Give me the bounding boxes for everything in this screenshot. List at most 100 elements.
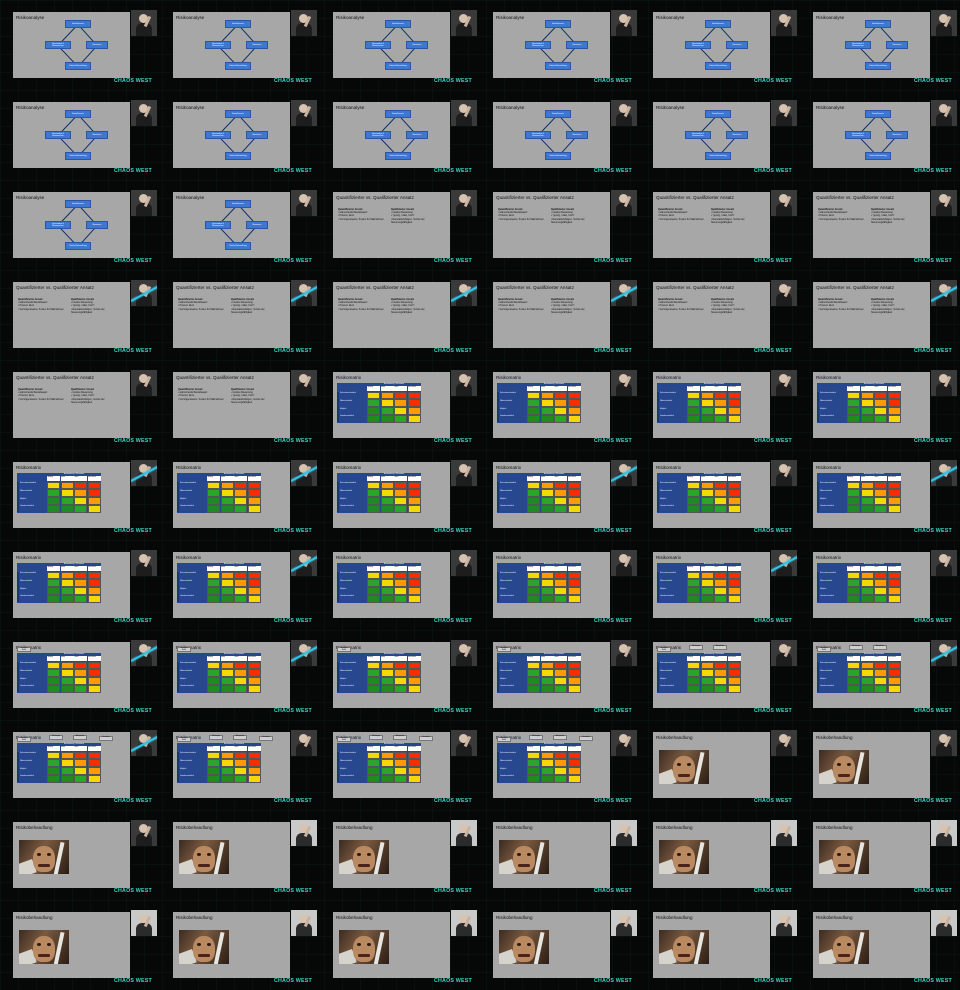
image-face	[513, 936, 535, 962]
matrix-cell	[567, 571, 581, 580]
matrix-cell	[887, 407, 901, 415]
matrix-cell	[74, 571, 87, 580]
matrix-axis-bar	[497, 572, 499, 602]
matrix-cell	[60, 774, 74, 783]
image-eye	[37, 853, 41, 856]
image-mouth	[678, 864, 690, 867]
matrix-cell	[207, 759, 220, 767]
matrix-cell	[527, 759, 540, 767]
matrix-cell	[380, 677, 394, 685]
matrix-cell	[407, 594, 421, 603]
matrix-cell	[540, 571, 554, 580]
brand-logo: CHAOS WEST	[114, 978, 152, 984]
matrix-cell	[847, 587, 860, 595]
matrix-cell	[714, 677, 727, 685]
matrix-column-header: Mittel	[860, 476, 874, 481]
matrix-cell	[47, 661, 60, 670]
presentation-slide: Risikobehandlung	[13, 912, 130, 978]
video-frame: Risikobehandlung CHAOS WEST	[800, 900, 960, 990]
matrix-row-label: Wahrscheinlich	[500, 399, 513, 402]
speaker-camera	[451, 10, 477, 36]
matrix-cell	[87, 571, 101, 580]
matrix-cell	[407, 669, 421, 677]
right-column: Qualifizierter Ansatz • intuitive Bewertu…	[231, 298, 281, 314]
image-eye	[37, 943, 41, 946]
image-eye	[367, 943, 371, 946]
matrix-cell	[554, 759, 567, 767]
presentation-slide: Risikoanalyse Identifizieren Vermeiden & Ü…	[653, 12, 770, 78]
matrix-cell	[847, 579, 860, 587]
matrix-cell	[247, 489, 261, 497]
matrix-cell	[714, 497, 727, 505]
risk-matrix: Auswirkung / Schaden Niedrig Mittel Hoch Seh…	[177, 563, 261, 603]
matrix-row-label: Wahrscheinlich	[180, 489, 193, 492]
image-blade	[853, 841, 865, 874]
speaker-camera	[771, 820, 797, 846]
slide-title: Risikomatrix	[656, 465, 682, 470]
diagram-box-right: Bewerten	[86, 41, 108, 49]
matrix-column-header: Hoch	[554, 566, 567, 571]
matrix-cell	[74, 579, 87, 587]
presentation-slide: Risikobehandlung	[333, 912, 450, 978]
presentation-slide: RisikomatrixAuswirkung / SchadenNiedrigM…	[13, 732, 130, 798]
matrix-row-label: Möglich	[820, 497, 827, 500]
matrix-cell	[47, 579, 60, 587]
video-frame: Risikobehandlung CHAOS WEST	[640, 720, 800, 810]
matrix-cell	[74, 661, 87, 670]
video-frame: RisikomatrixAuswirkung / SchadenNiedrigM…	[0, 720, 160, 810]
video-frame: RisikomatrixAuswirkung / SchadenNiedrigM…	[640, 540, 800, 630]
matrix-cell	[714, 399, 727, 407]
image-face	[33, 936, 55, 962]
matrix-cell	[567, 481, 581, 490]
matrix-cell	[380, 759, 394, 767]
video-frame: RisikomatrixAuswirkung / SchadenNiedrigM…	[480, 720, 640, 810]
matrix-row-label: Unwahrscheinlich	[180, 595, 195, 598]
diagram-box-top: Identifizieren	[65, 200, 91, 208]
matrix-cell	[554, 504, 567, 513]
matrix-column-header: Sehr Hoch	[727, 656, 741, 661]
speaker-camera	[771, 190, 797, 216]
matrix-row-label: Unwahrscheinlich	[660, 685, 675, 688]
matrix-cell	[394, 661, 407, 670]
slide-title: Risikoanalyse	[176, 15, 205, 20]
matrix-column-header: Hoch	[554, 386, 567, 391]
matrix-cell	[60, 684, 74, 693]
matrix-cell	[367, 594, 380, 603]
matrix-row-label: Möglich	[500, 587, 507, 590]
matrix-row-label: Unwahrscheinlich	[500, 415, 515, 418]
matrix-row-label: Möglich	[820, 407, 827, 410]
matrix-cell	[394, 751, 407, 760]
matrix-column-header: Sehr Hoch	[567, 656, 581, 661]
risk-matrix: Auswirkung / Schaden Niedrig Mittel Hoch Seh…	[177, 653, 261, 693]
matrix-cell	[247, 594, 261, 603]
matrix-cell	[887, 504, 901, 513]
speaker-camera	[451, 550, 477, 576]
matrix-cell	[847, 677, 860, 685]
matrix-row-label: Möglich	[500, 407, 507, 410]
matrix-column-header: Niedrig	[527, 746, 540, 751]
slide-title: Risikoanalyse	[16, 15, 45, 20]
matrix-row-label: Sehr wahrscheinlich	[500, 482, 517, 485]
matrix-cell	[527, 571, 540, 580]
matrix-cell	[60, 579, 74, 587]
matrix-cell	[860, 661, 874, 670]
matrix-cell	[540, 504, 554, 513]
matrix-cell	[367, 497, 380, 505]
risk-matrix: Auswirkung / Schaden Niedrig Mittel Hoch Seh…	[657, 653, 741, 693]
matrix-column-header: Hoch	[714, 566, 727, 571]
matrix-row-label: Sehr wahrscheinlich	[20, 572, 37, 575]
matrix-cell	[247, 661, 261, 670]
matrix-column-header: Niedrig	[687, 386, 700, 391]
matrix-axis-bar	[497, 392, 499, 422]
matrix-column-header: Niedrig	[47, 746, 60, 751]
speaker-camera	[931, 820, 957, 846]
matrix-cell	[554, 684, 567, 693]
matrix-axis-bar	[177, 482, 179, 512]
matrix-cell	[727, 407, 741, 415]
brand-logo: CHAOS WEST	[434, 798, 472, 804]
matrix-cell	[207, 481, 220, 490]
matrix-column-header: Hoch	[394, 656, 407, 661]
presentation-slide: RisikomatrixAuswirkung / SchadenNiedrigM…	[333, 642, 450, 708]
strategy-tag: Übertragen	[209, 735, 223, 740]
matrix-column-header: Mittel	[220, 746, 234, 751]
